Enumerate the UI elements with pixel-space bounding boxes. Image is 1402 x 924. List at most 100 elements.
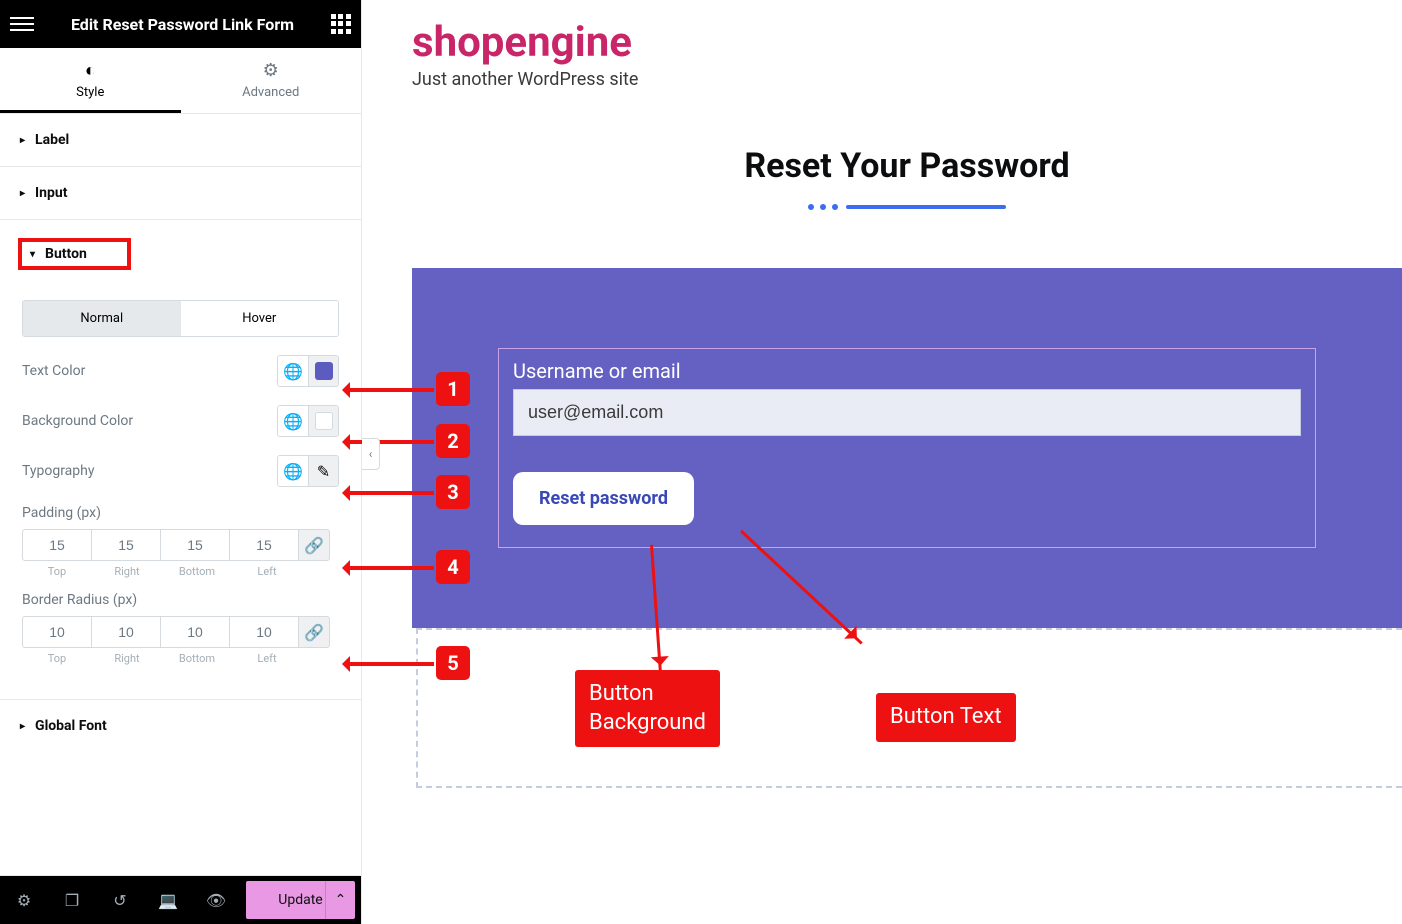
state-tabs: Normal Hover xyxy=(22,300,339,337)
sub-right: Right xyxy=(92,565,162,578)
settings-icon[interactable]: ⚙ xyxy=(0,876,48,924)
sub-top: Top xyxy=(22,565,92,578)
section-global-font[interactable]: ▸ Global Font xyxy=(0,700,361,876)
padding-label: Padding (px) xyxy=(22,505,339,521)
section-title: Global Font xyxy=(35,718,107,734)
site-tagline: Just another WordPress site xyxy=(412,69,1402,90)
annotation-arrow xyxy=(346,662,434,666)
annotation-label-bg: Button Background xyxy=(575,670,720,747)
radius-label: Border Radius (px) xyxy=(22,592,339,608)
annotation-highlight: ▾ Button xyxy=(18,238,131,270)
form-inner: Username or email Reset password xyxy=(498,348,1316,548)
form-field-label: Username or email xyxy=(513,359,1301,383)
panel-title: Edit Reset Password Link Form xyxy=(34,15,331,34)
sub-bottom: Bottom xyxy=(162,565,232,578)
globe-icon[interactable]: 🌐 xyxy=(278,356,308,386)
section-button: ▾ Button Normal Hover Text Color 🌐 Backg… xyxy=(0,220,361,700)
section-title: Label xyxy=(35,132,69,148)
padding-bottom-input[interactable] xyxy=(160,529,230,561)
caret-right-icon: ▸ xyxy=(20,721,25,732)
control-label: Text Color xyxy=(22,363,277,379)
tab-style[interactable]: ◐ Style xyxy=(0,48,181,113)
section-title: Input xyxy=(35,185,67,201)
globe-icon[interactable]: 🌐 xyxy=(278,456,308,486)
padding-sublabels: Top Right Bottom Left xyxy=(22,565,339,578)
tab-advanced[interactable]: ⚙ Advanced xyxy=(181,48,362,113)
layers-icon[interactable]: ❐ xyxy=(48,876,96,924)
tab-label: Advanced xyxy=(242,85,299,100)
half-circle-icon: ◐ xyxy=(0,60,181,81)
radius-top-input[interactable] xyxy=(22,616,92,648)
site-title: shopengine xyxy=(412,18,1402,67)
pencil-icon[interactable]: ✎ xyxy=(308,456,338,486)
radius-bottom-input[interactable] xyxy=(160,616,230,648)
editor-panel: Edit Reset Password Link Form ◐ Style ⚙ Ad… xyxy=(0,0,362,924)
radius-left-input[interactable] xyxy=(229,616,299,648)
divider xyxy=(412,204,1402,210)
caret-right-icon: ▸ xyxy=(20,135,25,146)
color-swatch-icon xyxy=(315,412,333,430)
apps-grid-icon[interactable] xyxy=(331,14,351,34)
link-values-icon[interactable]: 🔗 xyxy=(298,529,330,561)
text-color-row: Text Color 🌐 xyxy=(22,355,339,387)
update-button[interactable]: Update ⌃ xyxy=(246,881,355,919)
divider-line xyxy=(846,205,1006,209)
bg-color-row: Background Color 🌐 xyxy=(22,405,339,437)
divider-dots-icon xyxy=(808,204,838,210)
responsive-icon[interactable]: 💻 xyxy=(144,876,192,924)
panel-footer: ⚙ ❐ ↺ 💻 👁 Update ⌃ xyxy=(0,876,361,924)
annotation-number: 2 xyxy=(436,424,470,458)
annotation-arrow xyxy=(346,440,434,444)
annotation-arrow xyxy=(346,566,434,570)
panel-header: Edit Reset Password Link Form xyxy=(0,0,361,48)
chevron-up-icon[interactable]: ⌃ xyxy=(325,881,355,919)
bg-color-swatch[interactable] xyxy=(308,406,338,436)
typography-row: Typography 🌐 ✎ xyxy=(22,455,339,487)
color-swatch-icon xyxy=(315,362,333,380)
preview-eye-icon[interactable]: 👁 xyxy=(192,876,240,924)
history-icon[interactable]: ↺ xyxy=(96,876,144,924)
annotation-label-text: Button Text xyxy=(876,693,1016,742)
padding-inputs: 🔗 xyxy=(22,529,339,561)
caret-right-icon: ▸ xyxy=(20,188,25,199)
hamburger-icon[interactable] xyxy=(10,13,34,35)
panel-tabs: ◐ Style ⚙ Advanced xyxy=(0,48,361,114)
page-heading: Reset Your Password xyxy=(412,146,1402,186)
preview-area: shopengine Just another WordPress site R… xyxy=(362,0,1402,924)
padding-left-input[interactable] xyxy=(229,529,299,561)
section-button-body: Normal Hover Text Color 🌐 Background Col… xyxy=(0,288,361,699)
annotation-number: 3 xyxy=(436,475,470,509)
reset-password-button[interactable]: Reset password xyxy=(513,472,694,525)
update-label: Update xyxy=(278,892,322,908)
annotation-number: 1 xyxy=(436,372,470,406)
control-label: Typography xyxy=(22,463,277,479)
globe-icon[interactable]: 🌐 xyxy=(278,406,308,436)
annotation-arrow xyxy=(346,491,434,495)
radius-right-input[interactable] xyxy=(91,616,161,648)
link-values-icon[interactable]: 🔗 xyxy=(298,616,330,648)
panel-collapse-handle[interactable]: ‹ xyxy=(362,438,380,470)
control-label: Background Color xyxy=(22,413,277,429)
sub-top: Top xyxy=(22,652,92,665)
tab-label: Style xyxy=(76,85,104,100)
email-field[interactable] xyxy=(513,389,1301,436)
annotation-number: 4 xyxy=(436,550,470,584)
form-container: Username or email Reset password + 🗀 E< … xyxy=(412,268,1402,628)
seg-hover[interactable]: Hover xyxy=(181,301,339,336)
sub-bottom: Bottom xyxy=(162,652,232,665)
radius-sublabels: Top Right Bottom Left xyxy=(22,652,339,665)
sub-right: Right xyxy=(92,652,162,665)
gear-icon: ⚙ xyxy=(181,60,362,81)
section-label[interactable]: ▸ Label xyxy=(0,114,361,167)
seg-normal[interactable]: Normal xyxy=(23,301,181,336)
padding-right-input[interactable] xyxy=(91,529,161,561)
annotation-arrow xyxy=(346,388,434,392)
radius-inputs: 🔗 xyxy=(22,616,339,648)
sub-left: Left xyxy=(232,652,302,665)
section-input[interactable]: ▸ Input xyxy=(0,167,361,220)
section-button-head[interactable]: ▾ Button xyxy=(0,220,361,288)
padding-top-input[interactable] xyxy=(22,529,92,561)
sub-left: Left xyxy=(232,565,302,578)
section-title: Button xyxy=(45,246,121,262)
caret-down-icon: ▾ xyxy=(30,249,35,260)
